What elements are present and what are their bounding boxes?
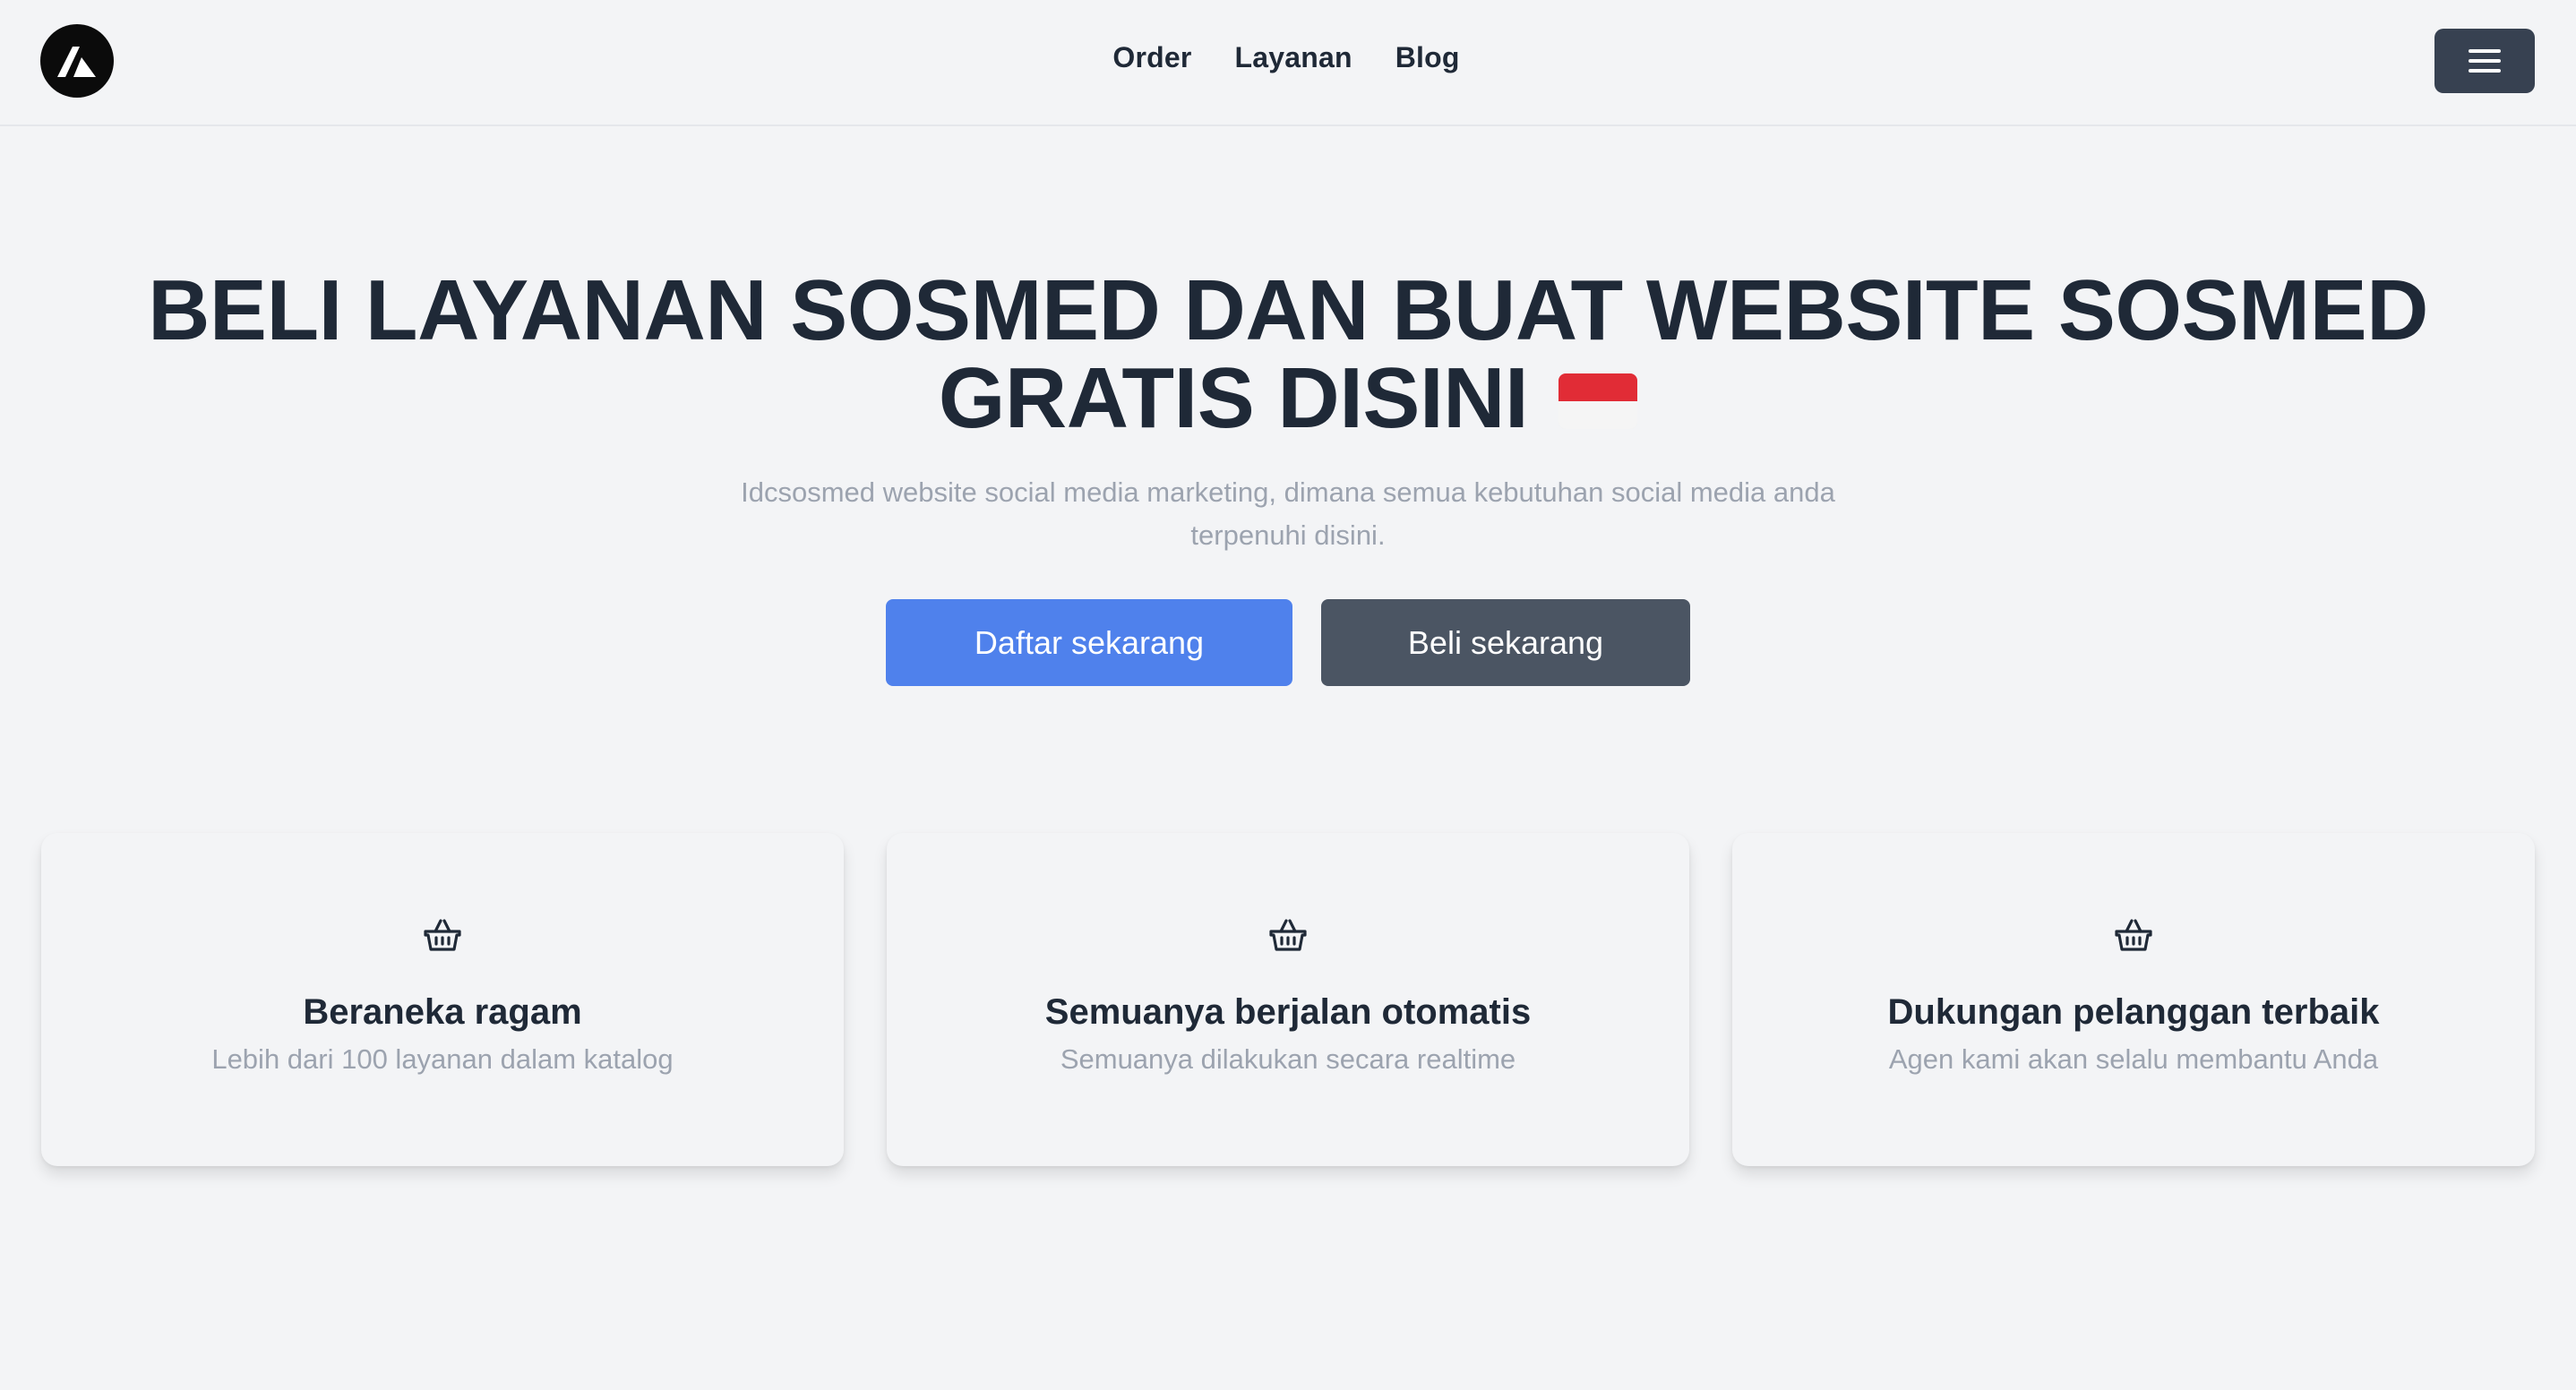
- feature-title: Dukungan pelanggan terbaik: [1887, 992, 2380, 1032]
- nav-link-layanan[interactable]: Layanan: [1235, 41, 1352, 74]
- feature-card-variety: Beraneka ragam Lebih dari 100 layanan da…: [41, 833, 844, 1166]
- buy-button[interactable]: Beli sekarang: [1321, 599, 1690, 686]
- feature-description: Lebih dari 100 layanan dalam katalog: [211, 1043, 674, 1075]
- basket-icon: [41, 917, 844, 953]
- basket-icon: [887, 917, 1689, 953]
- nav-link-order[interactable]: Order: [1112, 41, 1191, 74]
- hero-title-line2: GRATIS DISINI: [938, 350, 1529, 446]
- basket-icon: [1732, 917, 2535, 953]
- feature-title: Beraneka ragam: [303, 992, 582, 1032]
- feature-description: Agen kami akan selalu membantu Anda: [1888, 1043, 2379, 1075]
- register-button[interactable]: Daftar sekarang: [886, 599, 1292, 686]
- indonesia-flag-icon: [1558, 373, 1638, 429]
- feature-card-support: Dukungan pelanggan terbaik Agen kami aka…: [1732, 833, 2535, 1166]
- hamburger-icon: [2469, 49, 2501, 73]
- feature-title: Semuanya berjalan otomatis: [1044, 992, 1532, 1032]
- nav-link-blog[interactable]: Blog: [1395, 41, 1460, 74]
- feature-card-automatic: Semuanya berjalan otomatis Semuanya dila…: [887, 833, 1689, 1166]
- hero-title-line1: BELI LAYANAN SOSMED DAN BUAT WEBSITE SOS…: [148, 262, 2428, 358]
- hero-subtitle: Idcsosmed website social media marketing…: [741, 476, 1835, 551]
- feature-description: Semuanya dilakukan secara realtime: [1060, 1043, 1516, 1075]
- hero-title: BELI LAYANAN SOSMED DAN BUAT WEBSITE SOS…: [0, 267, 2576, 442]
- menu-button[interactable]: [2434, 29, 2535, 93]
- navbar: Order Layanan Blog: [0, 0, 2576, 126]
- nav-links: Order Layanan Blog: [0, 41, 2576, 74]
